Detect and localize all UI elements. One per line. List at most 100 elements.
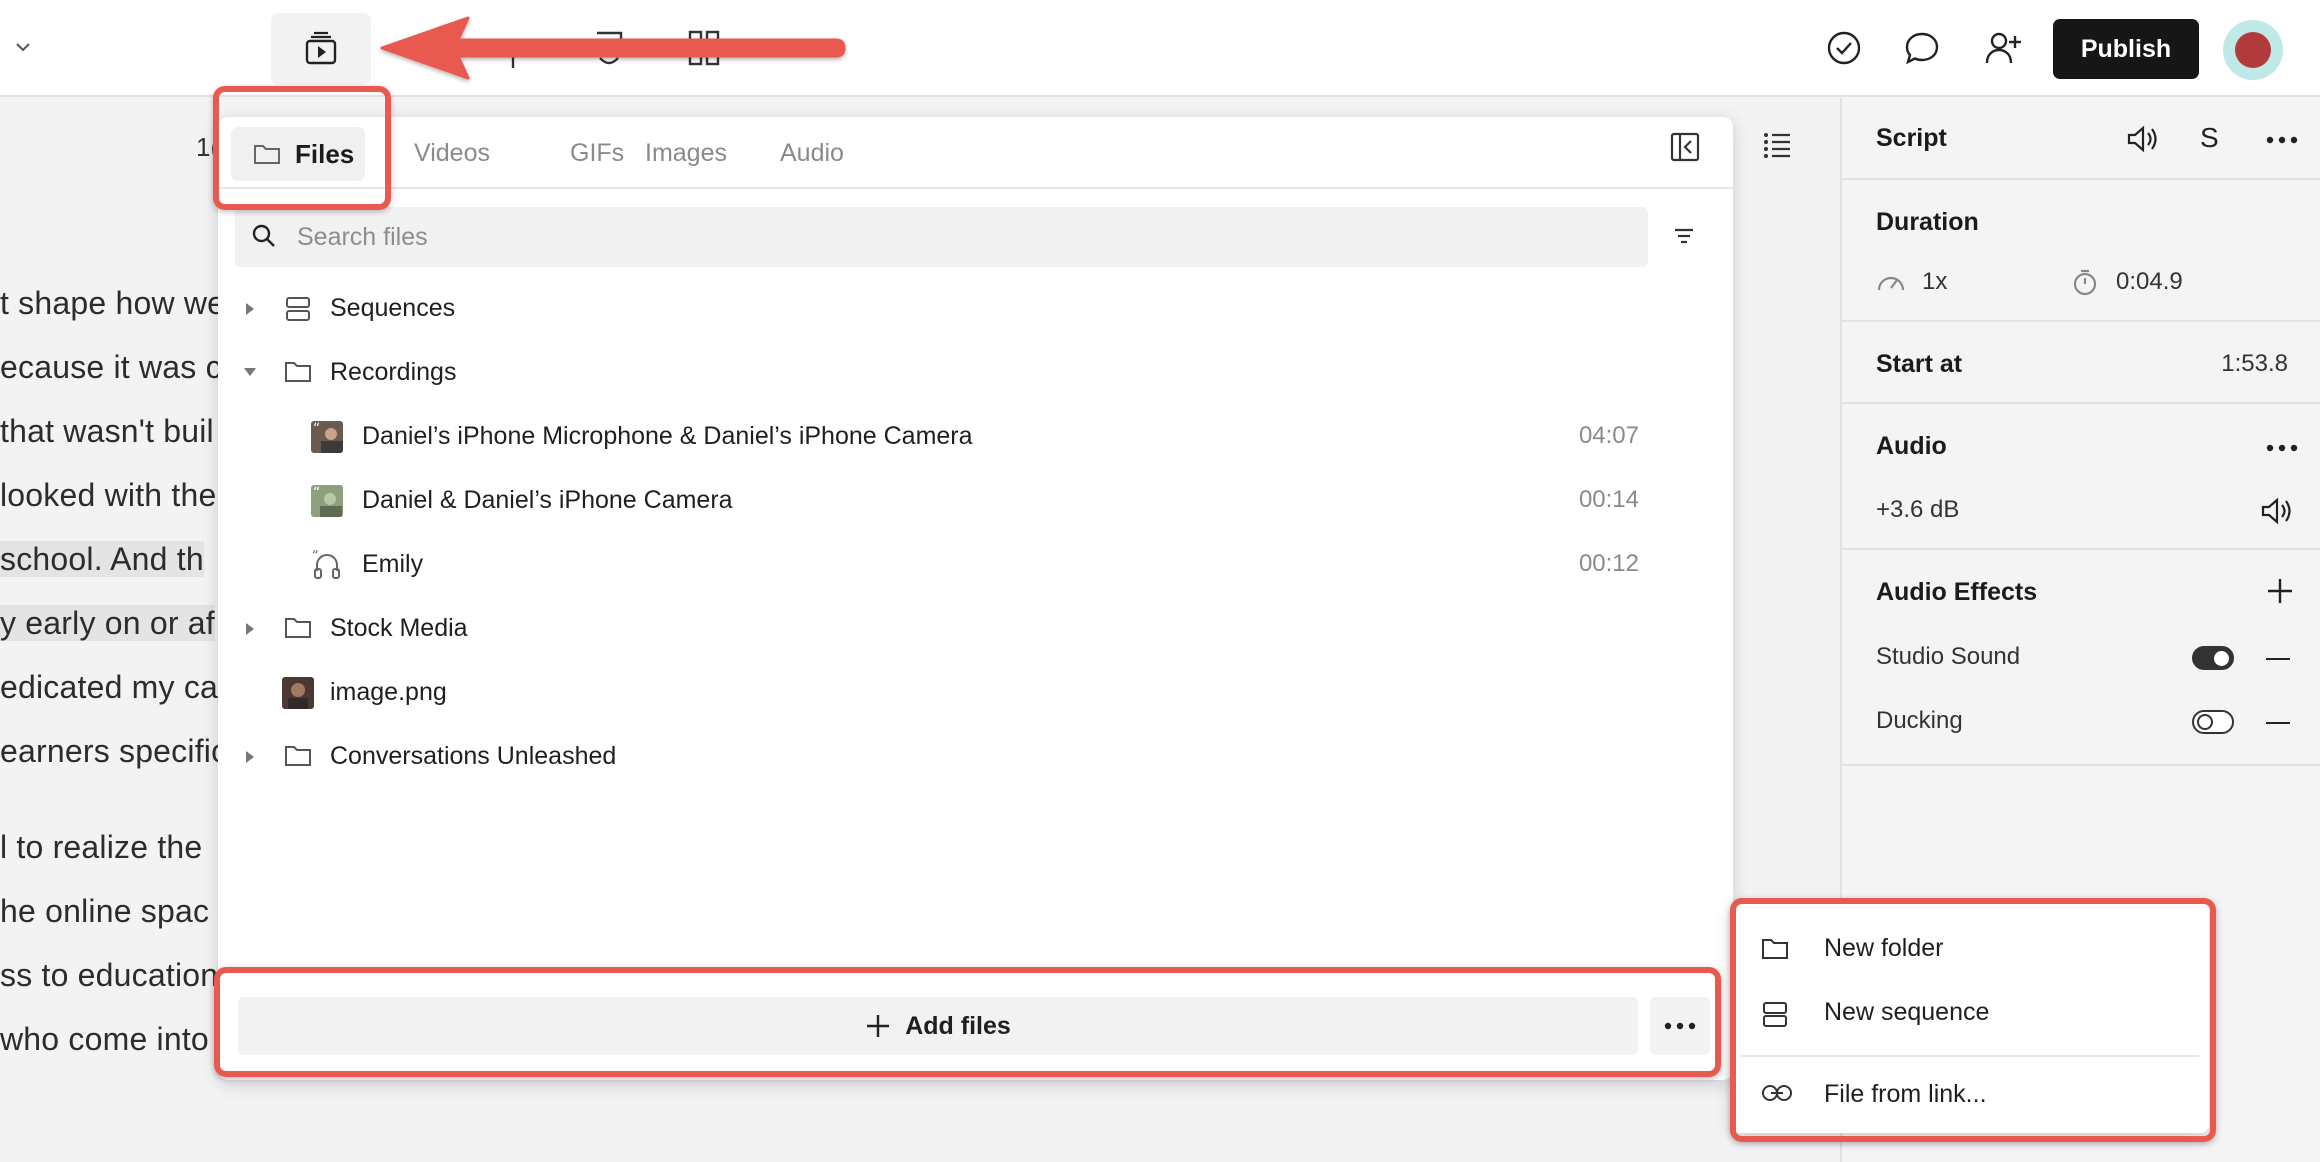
tree-item-recording[interactable]: “ Daniel & Daniel’s iPhone Camera 00:14 <box>218 473 1733 529</box>
search-icon <box>251 223 277 249</box>
more-icon <box>1664 1022 1696 1030</box>
tree-item-label: Sequences <box>330 294 456 322</box>
script-line[interactable]: who come into <box>0 1021 209 1058</box>
audio-effects-section: Audio Effects Studio Sound Ducking <box>1842 550 2320 766</box>
tab-files[interactable]: Files <box>231 127 365 181</box>
caret-right-icon[interactable] <box>244 302 256 316</box>
tree-item-label: Emily <box>362 550 424 578</box>
effect-label: Ducking <box>1876 707 1963 734</box>
folder-icon <box>1761 937 1789 961</box>
media-library-panel: Files Videos GIFs Images Audio Sequences <box>218 117 1733 1080</box>
folder-icon <box>284 359 312 385</box>
effect-label: Studio Sound <box>1876 643 2021 670</box>
script-line[interactable]: t shape how we <box>0 285 225 322</box>
script-line-text[interactable]: school. And th <box>0 541 204 577</box>
audio-section: Audio +3.6 dB <box>1842 404 2320 550</box>
tree-item-label: Stock Media <box>330 614 468 642</box>
script-line[interactable]: edicated my ca <box>0 669 218 706</box>
script-line[interactable]: looked with the <box>0 477 216 514</box>
duration-label: 04:07 <box>1578 422 1639 449</box>
speaker-label[interactable]: S <box>2200 122 2219 154</box>
sequence-icon <box>284 295 312 323</box>
script-line[interactable]: l to realize the <box>0 829 202 866</box>
caret-right-icon[interactable] <box>244 750 256 764</box>
remove-effect-icon[interactable] <box>2266 658 2290 660</box>
studio-sound-toggle[interactable] <box>2192 646 2234 670</box>
audio-gain[interactable]: +3.6 dB <box>1876 496 1959 524</box>
publish-button[interactable]: Publish <box>2053 19 2199 79</box>
script-line-text[interactable]: y early on or af <box>0 605 215 641</box>
avatar-image <box>2235 32 2271 68</box>
more-icon[interactable] <box>2266 444 2298 452</box>
media-library-button[interactable] <box>271 13 371 85</box>
tree-item-recording[interactable]: “ Daniel’s iPhone Microphone & Daniel’s … <box>218 409 1733 465</box>
user-avatar[interactable] <box>2223 20 2283 80</box>
tab-audio[interactable]: Audio <box>780 117 844 189</box>
caret-down-icon[interactable] <box>243 366 257 378</box>
add-files-button[interactable]: Add files <box>238 997 1638 1055</box>
script-line[interactable]: ecause it was c <box>0 349 222 386</box>
tab-gifs[interactable]: GIFs <box>570 117 624 189</box>
menu-item-new-sequence[interactable]: New sequence <box>1731 981 2209 1043</box>
script-line[interactable]: that wasn't buil <box>0 413 214 450</box>
add-user-icon[interactable] <box>1984 30 2022 66</box>
menu-item-new-folder[interactable]: New folder <box>1731 917 2209 979</box>
volume-icon[interactable] <box>2260 496 2294 526</box>
tree-item-label: Daniel’s iPhone Microphone & Daniel’s iP… <box>362 422 973 450</box>
svg-text:“: “ <box>313 485 320 501</box>
start-label: Start at <box>1876 350 1963 378</box>
script-line[interactable]: he online spac <box>0 893 209 930</box>
filter-icon[interactable] <box>1673 227 1695 245</box>
start-value[interactable]: 1:53.8 <box>2221 350 2288 378</box>
script-line[interactable]: earners specific <box>0 733 227 770</box>
more-options-menu: New folder New sequence File from link..… <box>1731 903 2209 1133</box>
svg-text:“: “ <box>313 421 320 437</box>
plus-icon[interactable] <box>2266 577 2294 605</box>
menu-item-file-from-link[interactable]: File from link... <box>1731 1063 2209 1125</box>
speed-icon <box>1876 270 1906 294</box>
outline-list-icon[interactable] <box>1762 130 1792 160</box>
tab-images[interactable]: Images <box>645 117 727 189</box>
ducking-toggle[interactable] <box>2192 710 2234 734</box>
speaker-icon[interactable] <box>2126 124 2160 154</box>
top-bar: Publish <box>0 0 2320 97</box>
tab-videos[interactable]: Videos <box>414 117 490 189</box>
start-section: Start at 1:53.8 <box>1842 322 2320 404</box>
chevron-down-icon[interactable] <box>14 38 32 56</box>
plus-icon <box>865 1013 891 1039</box>
headphones-icon: “ <box>311 549 343 581</box>
speed-value[interactable]: 1x <box>1922 268 1947 296</box>
caret-right-icon[interactable] <box>244 622 256 636</box>
collapse-panel-icon[interactable] <box>1670 132 1700 162</box>
tree-item-label: Recordings <box>330 358 457 386</box>
comment-icon[interactable] <box>1904 30 1940 66</box>
script-line[interactable]: y early on or af <box>0 605 215 642</box>
media-library-icon <box>303 31 339 67</box>
remove-effect-icon[interactable] <box>2266 722 2290 724</box>
tree-item-conversations-unleashed[interactable]: Conversations Unleashed <box>218 729 1733 785</box>
sequence-icon <box>1761 1001 1789 1029</box>
tree-item-recordings[interactable]: Recordings <box>218 345 1733 401</box>
duration-value[interactable]: 0:04.9 <box>2116 268 2183 296</box>
more-options-button[interactable] <box>1650 997 1710 1055</box>
link-icon <box>1761 1083 1793 1103</box>
tree-item-image[interactable]: image.png <box>218 665 1733 721</box>
script-line[interactable]: ss to education <box>0 957 218 994</box>
image-thumbnail <box>282 677 314 709</box>
menu-divider <box>1741 1055 2199 1057</box>
media-tabs: Files Videos GIFs Images Audio <box>218 117 1733 189</box>
search-box <box>235 207 1648 267</box>
annotation-arrow-icon <box>376 14 848 110</box>
tree-item-recording[interactable]: “ Emily 00:12 <box>218 537 1733 593</box>
folder-icon <box>284 743 312 769</box>
tree-item-label: image.png <box>330 678 447 706</box>
tree-item-stock-media[interactable]: Stock Media <box>218 601 1733 657</box>
tree-item-sequences[interactable]: Sequences <box>218 281 1733 337</box>
recording-thumbnail: “ <box>311 485 343 517</box>
menu-item-label: New sequence <box>1824 998 1990 1026</box>
check-circle-icon[interactable] <box>1826 30 1862 66</box>
search-input[interactable] <box>297 207 1627 267</box>
more-icon[interactable] <box>2266 136 2298 144</box>
duration-label: 00:12 <box>1578 550 1639 577</box>
script-line[interactable]: school. And th <box>0 541 204 578</box>
